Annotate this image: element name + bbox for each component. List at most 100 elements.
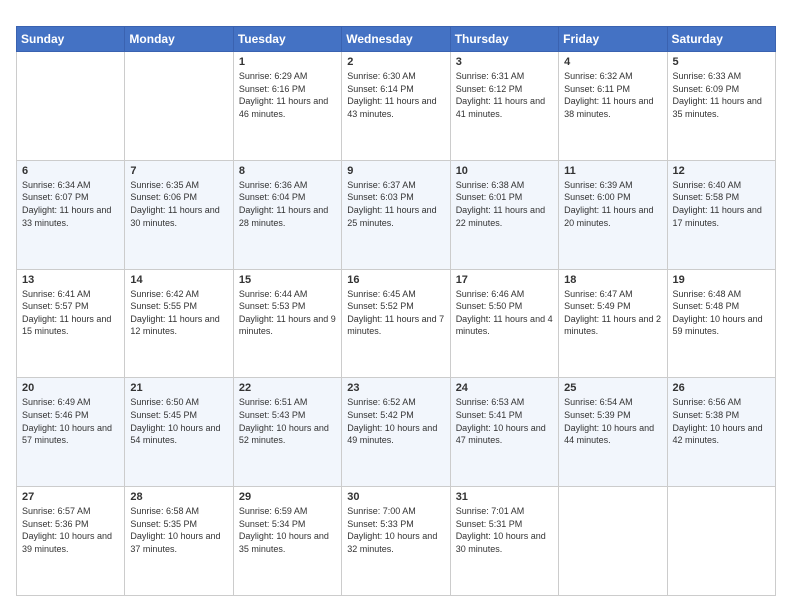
weekday-header-wednesday: Wednesday <box>342 27 450 52</box>
day-number: 17 <box>456 274 553 286</box>
day-number: 12 <box>673 165 770 177</box>
calendar-cell: 28 Sunrise: 6:58 AM Sunset: 5:35 PM Dayli… <box>125 487 233 596</box>
calendar-cell <box>125 52 233 161</box>
calendar-cell: 11 Sunrise: 6:39 AM Sunset: 6:00 PM Dayli… <box>559 160 667 269</box>
calendar-cell: 16 Sunrise: 6:45 AM Sunset: 5:52 PM Dayli… <box>342 269 450 378</box>
day-number: 25 <box>564 382 661 394</box>
calendar-cell: 14 Sunrise: 6:42 AM Sunset: 5:55 PM Dayli… <box>125 269 233 378</box>
day-number: 14 <box>130 274 227 286</box>
cell-info: Sunrise: 6:47 AM Sunset: 5:49 PM Dayligh… <box>564 288 661 338</box>
week-row-5: 27Sunrise: 6:57 AM Sunset: 5:36 PM Dayli… <box>17 487 776 596</box>
cell-info: Sunrise: 6:40 AM Sunset: 5:58 PM Dayligh… <box>673 179 770 229</box>
cell-info: Sunrise: 6:56 AM Sunset: 5:38 PM Dayligh… <box>673 396 770 446</box>
day-number: 24 <box>456 382 553 394</box>
cell-info: Sunrise: 7:00 AM Sunset: 5:33 PM Dayligh… <box>347 505 444 555</box>
day-number: 1 <box>239 56 336 68</box>
day-number: 15 <box>239 274 336 286</box>
cell-info: Sunrise: 6:30 AM Sunset: 6:14 PM Dayligh… <box>347 70 444 120</box>
calendar-cell: 8 Sunrise: 6:36 AM Sunset: 6:04 PM Daylig… <box>233 160 341 269</box>
cell-info: Sunrise: 6:29 AM Sunset: 6:16 PM Dayligh… <box>239 70 336 120</box>
weekday-header-thursday: Thursday <box>450 27 558 52</box>
day-number: 7 <box>130 165 227 177</box>
calendar-cell: 13Sunrise: 6:41 AM Sunset: 5:57 PM Dayli… <box>17 269 125 378</box>
calendar-cell: 7Sunrise: 6:35 AM Sunset: 6:06 PM Daylig… <box>125 160 233 269</box>
day-number: 11 <box>564 165 661 177</box>
week-row-1: 1 Sunrise: 6:29 AM Sunset: 6:16 PM Daylig… <box>17 52 776 161</box>
cell-info: Sunrise: 7:01 AM Sunset: 5:31 PM Dayligh… <box>456 505 553 555</box>
calendar-cell: 29 Sunrise: 6:59 AM Sunset: 5:34 PM Dayli… <box>233 487 341 596</box>
day-number: 10 <box>456 165 553 177</box>
calendar-cell: 21 Sunrise: 6:50 AM Sunset: 5:45 PM Dayli… <box>125 378 233 487</box>
calendar-cell <box>667 487 775 596</box>
day-number: 29 <box>239 491 336 503</box>
day-number: 8 <box>239 165 336 177</box>
day-number: 30 <box>347 491 444 503</box>
calendar-cell: 17Sunrise: 6:46 AM Sunset: 5:50 PM Dayli… <box>450 269 558 378</box>
calendar-cell: 10 Sunrise: 6:38 AM Sunset: 6:01 PM Dayli… <box>450 160 558 269</box>
week-row-2: 6 Sunrise: 6:34 AM Sunset: 6:07 PM Daylig… <box>17 160 776 269</box>
weekday-header-saturday: Saturday <box>667 27 775 52</box>
day-number: 28 <box>130 491 227 503</box>
calendar-cell: 18Sunrise: 6:47 AM Sunset: 5:49 PM Dayli… <box>559 269 667 378</box>
weekday-header-tuesday: Tuesday <box>233 27 341 52</box>
weekday-header-monday: Monday <box>125 27 233 52</box>
calendar-cell: 15 Sunrise: 6:44 AM Sunset: 5:53 PM Dayli… <box>233 269 341 378</box>
cell-info: Sunrise: 6:45 AM Sunset: 5:52 PM Dayligh… <box>347 288 444 338</box>
day-number: 22 <box>239 382 336 394</box>
day-number: 20 <box>22 382 119 394</box>
cell-info: Sunrise: 6:57 AM Sunset: 5:36 PM Dayligh… <box>22 505 119 555</box>
cell-info: Sunrise: 6:31 AM Sunset: 6:12 PM Dayligh… <box>456 70 553 120</box>
calendar-cell <box>559 487 667 596</box>
weekday-header-sunday: Sunday <box>17 27 125 52</box>
cell-info: Sunrise: 6:37 AM Sunset: 6:03 PM Dayligh… <box>347 179 444 229</box>
calendar-cell: 4Sunrise: 6:32 AM Sunset: 6:11 PM Daylig… <box>559 52 667 161</box>
day-number: 3 <box>456 56 553 68</box>
week-row-3: 13Sunrise: 6:41 AM Sunset: 5:57 PM Dayli… <box>17 269 776 378</box>
calendar-cell: 12 Sunrise: 6:40 AM Sunset: 5:58 PM Dayli… <box>667 160 775 269</box>
day-number: 9 <box>347 165 444 177</box>
calendar-cell: 2 Sunrise: 6:30 AM Sunset: 6:14 PM Daylig… <box>342 52 450 161</box>
day-number: 2 <box>347 56 444 68</box>
cell-info: Sunrise: 6:58 AM Sunset: 5:35 PM Dayligh… <box>130 505 227 555</box>
day-number: 5 <box>673 56 770 68</box>
cell-info: Sunrise: 6:33 AM Sunset: 6:09 PM Dayligh… <box>673 70 770 120</box>
calendar-cell: 26 Sunrise: 6:56 AM Sunset: 5:38 PM Dayli… <box>667 378 775 487</box>
cell-info: Sunrise: 6:49 AM Sunset: 5:46 PM Dayligh… <box>22 396 119 446</box>
cell-info: Sunrise: 6:38 AM Sunset: 6:01 PM Dayligh… <box>456 179 553 229</box>
day-number: 19 <box>673 274 770 286</box>
day-number: 23 <box>347 382 444 394</box>
cell-info: Sunrise: 6:52 AM Sunset: 5:42 PM Dayligh… <box>347 396 444 446</box>
cell-info: Sunrise: 6:39 AM Sunset: 6:00 PM Dayligh… <box>564 179 661 229</box>
calendar-cell: 30 Sunrise: 7:00 AM Sunset: 5:33 PM Dayli… <box>342 487 450 596</box>
cell-info: Sunrise: 6:44 AM Sunset: 5:53 PM Dayligh… <box>239 288 336 338</box>
day-number: 21 <box>130 382 227 394</box>
calendar-cell: 3 Sunrise: 6:31 AM Sunset: 6:12 PM Daylig… <box>450 52 558 161</box>
weekday-header-friday: Friday <box>559 27 667 52</box>
calendar-cell: 31 Sunrise: 7:01 AM Sunset: 5:31 PM Dayli… <box>450 487 558 596</box>
cell-info: Sunrise: 6:41 AM Sunset: 5:57 PM Dayligh… <box>22 288 119 338</box>
cell-info: Sunrise: 6:59 AM Sunset: 5:34 PM Dayligh… <box>239 505 336 555</box>
cell-info: Sunrise: 6:34 AM Sunset: 6:07 PM Dayligh… <box>22 179 119 229</box>
calendar-cell: 27Sunrise: 6:57 AM Sunset: 5:36 PM Dayli… <box>17 487 125 596</box>
day-number: 6 <box>22 165 119 177</box>
week-row-4: 20 Sunrise: 6:49 AM Sunset: 5:46 PM Dayli… <box>17 378 776 487</box>
calendar-cell: 5 Sunrise: 6:33 AM Sunset: 6:09 PM Daylig… <box>667 52 775 161</box>
page: General Blue SundayMondayTuesdayWednesda… <box>0 0 792 612</box>
cell-info: Sunrise: 6:50 AM Sunset: 5:45 PM Dayligh… <box>130 396 227 446</box>
weekday-header-row: SundayMondayTuesdayWednesdayThursdayFrid… <box>17 27 776 52</box>
calendar-cell: 6 Sunrise: 6:34 AM Sunset: 6:07 PM Daylig… <box>17 160 125 269</box>
cell-info: Sunrise: 6:36 AM Sunset: 6:04 PM Dayligh… <box>239 179 336 229</box>
calendar-cell <box>17 52 125 161</box>
cell-info: Sunrise: 6:42 AM Sunset: 5:55 PM Dayligh… <box>130 288 227 338</box>
day-number: 16 <box>347 274 444 286</box>
day-number: 31 <box>456 491 553 503</box>
calendar-table: SundayMondayTuesdayWednesdayThursdayFrid… <box>16 26 776 596</box>
cell-info: Sunrise: 6:32 AM Sunset: 6:11 PM Dayligh… <box>564 70 661 120</box>
calendar-cell: 25Sunrise: 6:54 AM Sunset: 5:39 PM Dayli… <box>559 378 667 487</box>
cell-info: Sunrise: 6:48 AM Sunset: 5:48 PM Dayligh… <box>673 288 770 338</box>
calendar-cell: 23 Sunrise: 6:52 AM Sunset: 5:42 PM Dayli… <box>342 378 450 487</box>
day-number: 26 <box>673 382 770 394</box>
calendar-cell: 1 Sunrise: 6:29 AM Sunset: 6:16 PM Daylig… <box>233 52 341 161</box>
calendar-cell: 9 Sunrise: 6:37 AM Sunset: 6:03 PM Daylig… <box>342 160 450 269</box>
calendar-cell: 20 Sunrise: 6:49 AM Sunset: 5:46 PM Dayli… <box>17 378 125 487</box>
